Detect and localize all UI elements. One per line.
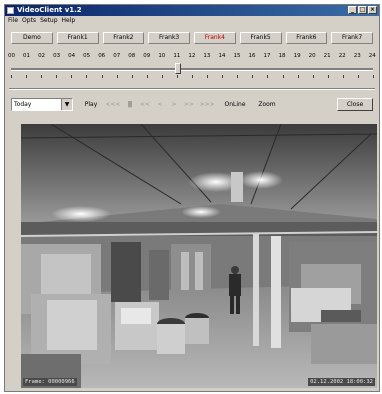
timeline-slider-thumb[interactable] <box>174 63 181 74</box>
hour-tick <box>342 75 344 78</box>
frame-tab-demo[interactable]: Demo <box>11 32 53 44</box>
hour-tick <box>237 75 239 78</box>
frame-tab-frank2[interactable]: Frank2 <box>102 32 145 44</box>
hour-label: 22 <box>338 53 346 59</box>
date-select-value: Today <box>14 101 32 108</box>
hour-tick <box>373 75 374 78</box>
hour-tick <box>161 75 163 78</box>
hour-label: 11 <box>173 53 181 59</box>
frame-tab-frank1[interactable]: Frank1 <box>56 32 99 44</box>
hour-tick <box>222 75 224 78</box>
hour-label: 09 <box>143 53 151 59</box>
hour-label: 16 <box>248 53 256 59</box>
timeline-ticks <box>11 75 374 78</box>
hour-label: 14 <box>218 53 226 59</box>
hour-label: 18 <box>278 53 286 59</box>
hour-label: 10 <box>158 53 166 59</box>
hour-tick <box>207 75 209 78</box>
hour-label: 06 <box>98 53 106 59</box>
frame-tab-frank6[interactable]: Frank6 <box>285 32 328 44</box>
step-back-button[interactable]: < <box>155 98 165 111</box>
hour-tick <box>176 75 178 78</box>
hour-tick <box>131 75 133 78</box>
hour-label: 19 <box>293 53 301 59</box>
hour-label: 15 <box>233 53 241 59</box>
frame-tab-frank4[interactable]: Frank4 <box>194 32 236 44</box>
title-bar[interactable]: VideoClient v1.2 _ □ × <box>5 5 379 16</box>
forward-button[interactable]: >> <box>183 98 195 111</box>
hour-tick <box>357 75 359 78</box>
hour-label: 12 <box>188 53 196 59</box>
video-timestamp: 02.12.2002 18:00:32 <box>308 378 375 386</box>
pause-button[interactable]: || <box>125 98 135 111</box>
menu-help[interactable]: Help <box>62 16 76 26</box>
hour-tick <box>267 75 269 78</box>
menu-opts[interactable]: Opts <box>22 16 36 26</box>
hour-label: 21 <box>323 53 331 59</box>
hour-tick <box>282 75 284 78</box>
timeline-slider-track[interactable] <box>11 68 373 71</box>
close-window-button[interactable]: × <box>368 6 377 14</box>
hour-tick <box>192 75 193 78</box>
online-button[interactable]: OnLine <box>221 98 249 111</box>
maximize-button[interactable]: □ <box>358 6 367 14</box>
window-title: VideoClient v1.2 <box>17 6 82 14</box>
hour-label: 07 <box>113 53 121 59</box>
menu-setup[interactable]: Setup <box>40 16 57 26</box>
close-button[interactable]: Close <box>337 98 373 111</box>
date-select[interactable]: Today ▼ <box>11 98 73 111</box>
window-buttons: _ □ × <box>348 6 377 14</box>
hour-label: 03 <box>53 53 61 59</box>
hour-label: 01 <box>23 53 31 59</box>
hour-label: 02 <box>38 53 46 59</box>
play-button[interactable]: Play <box>83 98 99 111</box>
hour-label: 04 <box>68 53 76 59</box>
hour-label: 08 <box>128 53 136 59</box>
hour-label: 00 <box>8 53 15 59</box>
minimize-button[interactable]: _ <box>348 6 357 14</box>
frame-tab-frank7[interactable]: Frank7 <box>331 32 373 44</box>
hour-label: 05 <box>83 53 91 59</box>
playback-controls: Today ▼ Play <<< || << < > >> >>> OnLine… <box>11 98 373 113</box>
fast-rewind-button[interactable]: <<< <box>105 98 121 111</box>
hour-label: 23 <box>353 53 361 59</box>
hour-label: 20 <box>308 53 316 59</box>
hour-tick <box>101 75 103 78</box>
hour-tick <box>26 75 28 78</box>
rewind-button[interactable]: << <box>139 98 151 111</box>
frame-tab-frank3[interactable]: Frank3 <box>148 32 190 44</box>
hour-tick <box>327 75 329 78</box>
chevron-down-icon[interactable]: ▼ <box>61 99 72 110</box>
hour-tick <box>146 75 148 78</box>
hour-label: 24 <box>368 53 376 59</box>
hour-tick <box>252 75 254 78</box>
hour-tick <box>41 75 43 78</box>
hour-tick <box>56 75 58 78</box>
menu-bar: File Opts Setup Help <box>5 16 379 26</box>
app-icon <box>7 7 14 14</box>
divider <box>9 88 375 90</box>
fast-forward-button[interactable]: >>> <box>199 98 215 111</box>
hour-tick <box>312 75 314 78</box>
zoom-button[interactable]: Zoom <box>255 98 279 111</box>
camera-video-view[interactable]: Frame: 00000966 02.12.2002 18:00:32 <box>21 124 377 388</box>
step-forward-button[interactable]: > <box>169 98 179 111</box>
camera-frame-tabs: Demo Frank1 Frank2 Frank3 Frank4 Frank5 Frank6… <box>11 32 373 44</box>
hour-tick <box>86 75 88 78</box>
frame-tab-frank5[interactable]: Frank5 <box>239 32 282 44</box>
hour-tick <box>71 75 73 78</box>
hour-tick <box>116 75 118 78</box>
menu-file[interactable]: File <box>8 16 18 26</box>
hour-tick <box>11 75 12 78</box>
warehouse-camera-image <box>21 124 377 388</box>
hour-label: 17 <box>263 53 271 59</box>
frame-counter: Frame: 00000966 <box>23 378 77 386</box>
hour-scale: 00 01 02 03 04 05 06 07 08 09 10 11 12 13 14 15 16 17 18 19… <box>8 51 376 61</box>
hour-tick <box>297 75 299 78</box>
hour-label: 13 <box>203 53 211 59</box>
